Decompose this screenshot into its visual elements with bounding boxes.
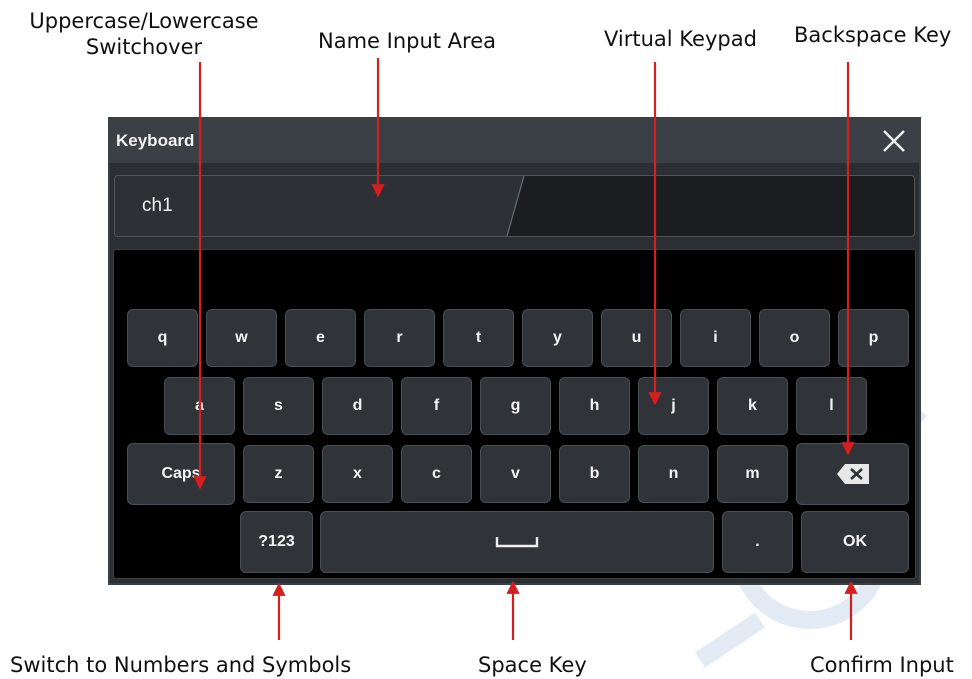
callout-case-switch-line1: Uppercase/Lowercase	[29, 9, 259, 33]
key-u[interactable]: u	[601, 309, 672, 367]
key-q[interactable]: q	[127, 309, 198, 367]
key-p[interactable]: p	[838, 309, 909, 367]
caps-key[interactable]: Caps	[127, 443, 235, 505]
callout-case-switch: Uppercase/Lowercase Switchover	[8, 8, 280, 60]
key-b[interactable]: b	[559, 445, 630, 503]
key-e[interactable]: e	[285, 309, 356, 367]
dialog-titlebar: Keyboard	[110, 119, 919, 163]
key-g[interactable]: g	[480, 377, 551, 435]
space-bar-icon	[495, 537, 539, 548]
callout-space-key: Space Key	[478, 653, 587, 677]
backspace-icon	[836, 464, 869, 484]
backspace-key[interactable]	[796, 443, 909, 505]
key-m[interactable]: m	[717, 445, 788, 503]
callout-confirm-input: Confirm Input	[810, 653, 954, 677]
callout-name-input-area: Name Input Area	[318, 29, 497, 53]
key-a[interactable]: a	[164, 377, 235, 435]
callout-switch-numbers: Switch to Numbers and Symbols	[10, 653, 352, 677]
space-key[interactable]	[320, 511, 714, 573]
keyboard-dialog: Keyboard ch1 q w e r t y u i o p a s d f…	[108, 117, 921, 585]
close-icon[interactable]	[879, 126, 909, 156]
numbers-symbols-key[interactable]: ?123	[240, 511, 313, 573]
dialog-title: Keyboard	[116, 131, 195, 150]
key-o[interactable]: o	[759, 309, 830, 367]
key-w[interactable]: w	[206, 309, 277, 367]
virtual-keypad: q w e r t y u i o p a s d f g h j k l Ca…	[113, 249, 916, 579]
callout-virtual-keypad: Virtual Keypad	[604, 27, 757, 51]
period-key[interactable]: .	[722, 511, 793, 573]
key-h[interactable]: h	[559, 377, 630, 435]
key-t[interactable]: t	[443, 309, 514, 367]
key-n[interactable]: n	[638, 445, 709, 503]
input-value: ch1	[142, 195, 173, 216]
key-s[interactable]: s	[243, 377, 314, 435]
name-input-field[interactable]: ch1	[114, 175, 915, 237]
key-d[interactable]: d	[322, 377, 393, 435]
callout-backspace-key: Backspace Key	[794, 23, 952, 47]
key-c[interactable]: c	[401, 445, 472, 503]
ok-key[interactable]: OK	[801, 511, 909, 573]
key-j[interactable]: j	[638, 377, 709, 435]
input-filled-region	[115, 176, 525, 236]
key-i[interactable]: i	[680, 309, 751, 367]
key-x[interactable]: x	[322, 445, 393, 503]
key-y[interactable]: y	[522, 309, 593, 367]
key-z[interactable]: z	[243, 445, 314, 503]
key-v[interactable]: v	[480, 445, 551, 503]
key-f[interactable]: f	[401, 377, 472, 435]
key-k[interactable]: k	[717, 377, 788, 435]
callout-case-switch-line2: Switchover	[85, 35, 203, 59]
key-r[interactable]: r	[364, 309, 435, 367]
key-l[interactable]: l	[796, 377, 867, 435]
